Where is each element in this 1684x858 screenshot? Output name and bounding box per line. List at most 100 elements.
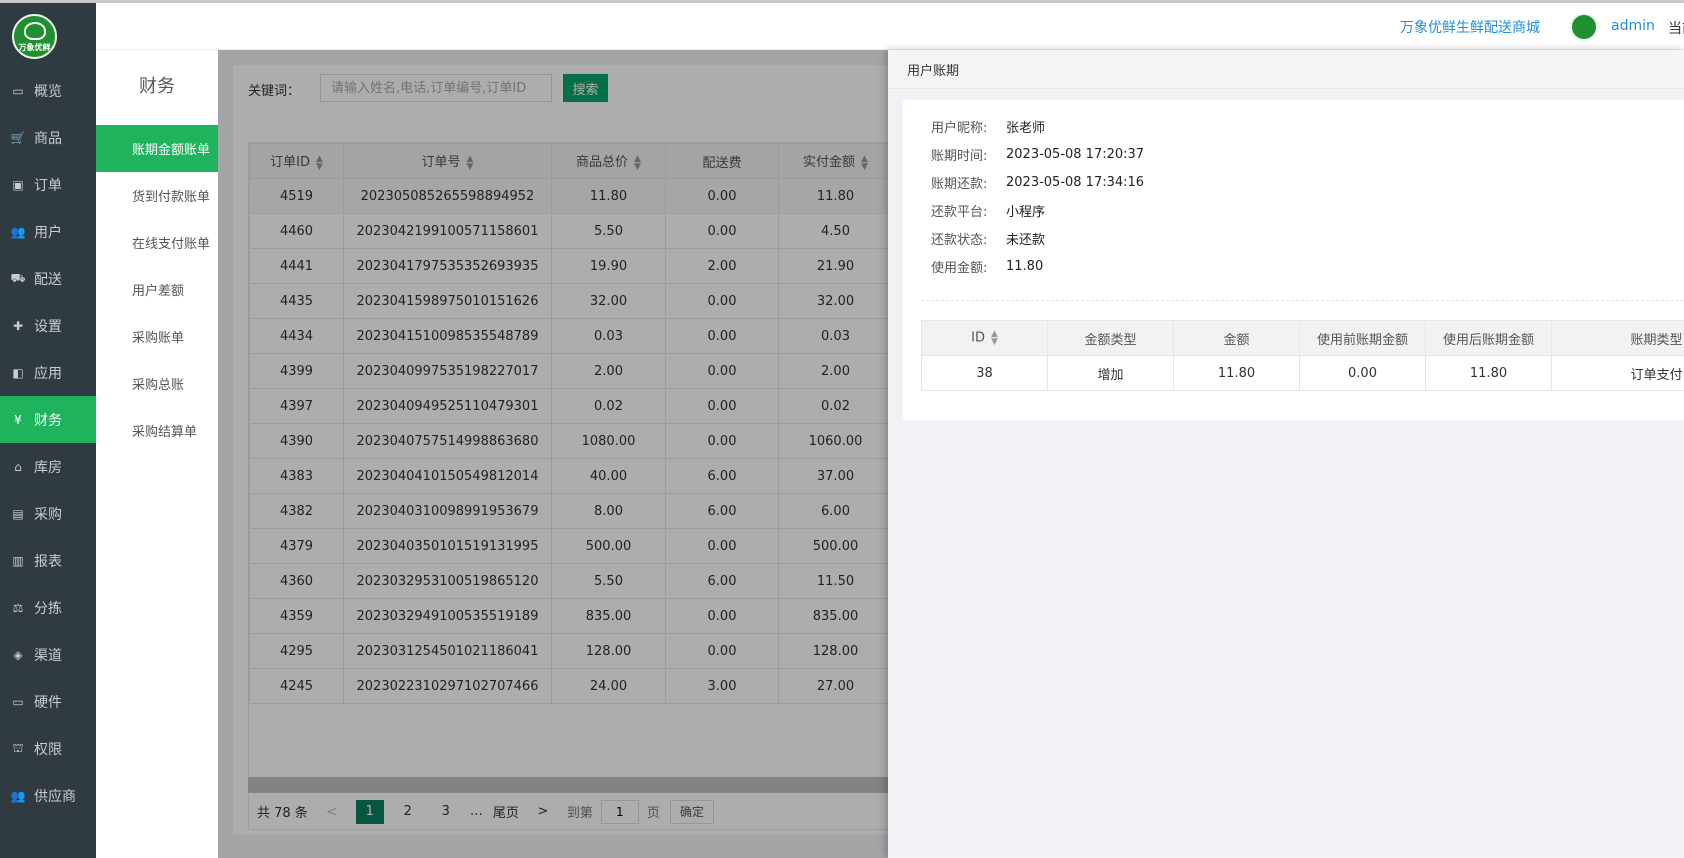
cube-icon: ◈ <box>13 647 23 662</box>
sidebar-item-label: 权限 <box>34 741 62 758</box>
info-label: 账期还款: <box>931 176 988 192</box>
finance-submenu: 财务 账期金额账单 货到付款账单 在线支付账单 用户差额 采购账单 采购总账 采购结算单 <box>96 50 218 858</box>
detail-header-row: ID ▲ ▼ 金额类型 金额 使用前账期金额 使用后账期金额 账期类型 <box>921 320 1684 356</box>
sidebar-item-label: 概览 <box>34 83 62 100</box>
sort-icon[interactable]: ▲ ▼ <box>991 330 998 347</box>
table-cell: 38 <box>921 355 1048 391</box>
sidebar-item-14[interactable]: ⛫ 权限 <box>0 725 96 772</box>
detail-col-label: 使用前账期金额 <box>1316 332 1408 348</box>
divider <box>921 300 1684 301</box>
sidebar-item-label: 财务 <box>34 412 62 429</box>
sidebar-item-15[interactable]: 👥 供应商 <box>0 772 96 819</box>
sidebar-item-6[interactable]: ◧ 应用 <box>0 349 96 396</box>
info-label: 账期时间: <box>931 148 988 164</box>
detail-col-header[interactable]: 金额类型 <box>1047 320 1174 356</box>
submenu-item-1[interactable]: 货到付款账单 <box>96 172 218 219</box>
cart-icon: 🛒 <box>10 130 26 145</box>
sidebar-item-13[interactable]: ▭ 硬件 <box>0 678 96 725</box>
sidebar-item-label: 用户 <box>34 224 62 241</box>
info-label: 还款平台: <box>931 204 988 220</box>
detail-col-header[interactable]: 金额 <box>1173 320 1300 356</box>
info-value: 2023-05-08 17:34:16 <box>1006 174 1145 190</box>
user-name[interactable]: admin <box>1611 18 1655 34</box>
table-cell: 0.00 <box>1299 355 1426 391</box>
sidebar-item-label: 采购 <box>34 506 62 523</box>
truck-icon: ⛟ <box>10 270 26 285</box>
info-row: 账期时间: 2023-05-08 17:20:37 <box>931 140 1144 168</box>
detail-col-label: 金额 <box>1223 332 1250 348</box>
submenu-item-5[interactable]: 采购总账 <box>96 360 218 407</box>
sidebar-item-label: 库房 <box>34 459 62 476</box>
sidebar-item-4[interactable]: ⛟ 配送 <box>0 255 96 302</box>
user-avatar[interactable] <box>1570 13 1598 41</box>
sidebar-item-11[interactable]: ⚖ 分拣 <box>0 584 96 631</box>
submenu-item-4[interactable]: 采购账单 <box>96 313 218 360</box>
brand-logo[interactable]: 万象优鲜 <box>12 14 57 59</box>
puzzle-icon: ✚ <box>12 318 24 333</box>
monitor-icon: ▭ <box>12 83 24 98</box>
users-icon: 👥 <box>10 224 26 239</box>
sidebar-item-7[interactable]: ¥ 财务 <box>0 396 96 443</box>
info-value: 2023-05-08 17:20:37 <box>1006 146 1145 162</box>
sidebar-item-label: 订单 <box>34 177 62 194</box>
sidebar-item-10[interactable]: ▥ 报表 <box>0 537 96 584</box>
logo-mark-icon <box>24 22 46 40</box>
info-row: 还款平台: 小程序 <box>931 196 1144 224</box>
info-label: 使用金额: <box>931 260 988 276</box>
home-icon: ⌂ <box>14 459 22 474</box>
info-label: 用户昵称: <box>931 120 988 136</box>
sidebar-item-5[interactable]: ✚ 设置 <box>0 302 96 349</box>
sidebar-item-label: 分拣 <box>34 600 62 617</box>
app-root: 万象优鲜 ▭ 概览 🛒 商品 ▣ 订单 👥 用户 ⛟ 配送 ✚ 设置 ◧ 应用 ¥ 财务 ⌂ 库房 ▤ 采购 ▥ 报表 ⚖ 分… <box>0 0 1684 858</box>
detail-col-label: 使用后账期金额 <box>1442 332 1534 348</box>
shop-link[interactable]: 万象优鲜生鲜配送商城 <box>1400 17 1540 37</box>
drawer-body: 用户昵称: 张老师账期时间: 2023-05-08 17:20:37 账期还款: 202… <box>903 100 1684 420</box>
detail-col-header[interactable]: 使用前账期金额 <box>1299 320 1426 356</box>
detail-col-header[interactable]: ID ▲ ▼ <box>921 320 1048 356</box>
bank-icon: ⛫ <box>12 740 24 755</box>
detail-body: 38 增加 11.80 0.00 11.80 订单支付 <box>921 355 1684 391</box>
sidebar-item-label: 渠道 <box>34 647 62 664</box>
info-row: 账期还款: 2023-05-08 17:34:16 <box>931 168 1144 196</box>
info-row: 还款状态: 未还款 <box>931 224 1144 252</box>
sidebar-item-3[interactable]: 👥 用户 <box>0 208 96 255</box>
current-store-label[interactable]: 当前 <box>1668 18 1684 38</box>
main-sidebar: 万象优鲜 ▭ 概览 🛒 商品 ▣ 订单 👥 用户 ⛟ 配送 ✚ 设置 ◧ 应用 ¥ 财务 ⌂ 库房 ▤ 采购 ▥ 报表 ⚖ 分… <box>0 3 96 858</box>
submenu-item-0[interactable]: 账期金额账单 <box>96 125 218 172</box>
credit-detail-table: ID ▲ ▼ 金额类型 金额 使用前账期金额 使用后账期金额 账期类型 38 增加 11.80 0.… <box>921 320 1684 391</box>
credit-detail-wrap: ID ▲ ▼ 金额类型 金额 使用前账期金额 使用后账期金额 账期类型 38 增加 11.80 0.… <box>921 320 1684 391</box>
info-value: 张老师 <box>1006 120 1046 136</box>
sidebar-item-8[interactable]: ⌂ 库房 <box>0 443 96 490</box>
apps-icon: ◧ <box>12 365 24 380</box>
table-cell: 11.80 <box>1173 355 1300 391</box>
sidebar-item-label: 供应商 <box>34 788 76 805</box>
drawer-title: 用户账期 <box>888 50 1684 89</box>
submenu-list: 账期金额账单 货到付款账单 在线支付账单 用户差额 采购账单 采购总账 采购结算单 <box>96 125 218 454</box>
table-cell: 增加 <box>1047 355 1174 391</box>
bus-icon: ▤ <box>12 506 24 521</box>
sidebar-item-label: 配送 <box>34 271 62 288</box>
sidebar-item-label: 应用 <box>34 365 62 382</box>
detail-col-header[interactable]: 使用后账期金额 <box>1425 320 1552 356</box>
info-value: 11.80 <box>1006 258 1044 274</box>
submenu-item-2[interactable]: 在线支付账单 <box>96 219 218 266</box>
sidebar-item-9[interactable]: ▤ 采购 <box>0 490 96 537</box>
info-value: 未还款 <box>1006 232 1046 248</box>
sidebar-item-2[interactable]: ▣ 订单 <box>0 161 96 208</box>
modal-overlay[interactable] <box>218 50 902 858</box>
yen-icon: ¥ <box>14 412 22 427</box>
submenu-item-3[interactable]: 用户差额 <box>96 266 218 313</box>
info-value: 小程序 <box>1006 204 1046 220</box>
detail-col-header[interactable]: 账期类型 <box>1551 320 1684 356</box>
table-row[interactable]: 38 增加 11.80 0.00 11.80 订单支付 <box>921 355 1684 391</box>
detail-col-label: ID <box>971 330 985 346</box>
table-cell: 11.80 <box>1425 355 1552 391</box>
submenu-item-6[interactable]: 采购结算单 <box>96 407 218 454</box>
sidebar-item-label: 设置 <box>34 318 62 335</box>
desktop-icon: ▭ <box>12 694 24 709</box>
sidebar-item-0[interactable]: ▭ 概览 <box>0 67 96 114</box>
detail-col-label: 金额类型 <box>1084 332 1137 348</box>
info-label: 还款状态: <box>931 232 988 248</box>
sidebar-item-1[interactable]: 🛒 商品 <box>0 114 96 161</box>
sidebar-item-12[interactable]: ◈ 渠道 <box>0 631 96 678</box>
